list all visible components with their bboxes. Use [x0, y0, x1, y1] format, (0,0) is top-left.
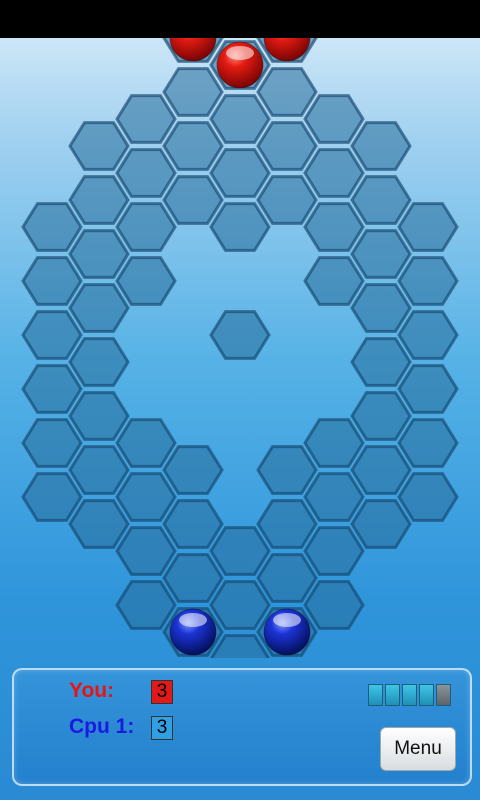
board-cell[interactable]	[115, 256, 177, 306]
cpu-label: Cpu 1:	[69, 715, 135, 738]
board-cell[interactable]	[350, 445, 412, 495]
board-cell[interactable]	[162, 67, 224, 117]
board-cell[interactable]	[115, 148, 177, 198]
board-cell[interactable]	[68, 499, 130, 549]
board-cell[interactable]	[303, 94, 365, 144]
board-cell[interactable]	[115, 472, 177, 522]
board-cell[interactable]	[21, 418, 83, 468]
board-cell[interactable]	[115, 526, 177, 576]
board-cell[interactable]	[21, 364, 83, 414]
progress-segment	[385, 684, 400, 706]
game-board[interactable]	[0, 38, 480, 658]
menu-button[interactable]: Menu	[380, 727, 456, 771]
board-cell[interactable]	[303, 472, 365, 522]
board-cell[interactable]	[256, 499, 318, 549]
board-cell[interactable]	[397, 418, 459, 468]
board-cell[interactable]	[115, 580, 177, 630]
blue-piece[interactable]	[169, 608, 217, 656]
board-cell[interactable]	[162, 121, 224, 171]
board-cell[interactable]	[397, 364, 459, 414]
board-cell[interactable]	[397, 256, 459, 306]
board-cell[interactable]	[115, 418, 177, 468]
board-cell[interactable]	[209, 202, 271, 252]
board-cell[interactable]	[303, 256, 365, 306]
board-cell[interactable]	[256, 121, 318, 171]
you-label: You:	[69, 679, 115, 702]
board-cell[interactable]	[256, 553, 318, 603]
you-score: 3	[151, 680, 173, 704]
board-cell[interactable]	[162, 499, 224, 549]
board-cell[interactable]	[256, 445, 318, 495]
board-cell[interactable]	[303, 526, 365, 576]
board-cell[interactable]	[350, 283, 412, 333]
board-cell[interactable]	[115, 202, 177, 252]
board-cell[interactable]	[209, 526, 271, 576]
board-cell[interactable]	[68, 445, 130, 495]
board-cell[interactable]	[303, 202, 365, 252]
board-cell[interactable]	[256, 175, 318, 225]
board-cell[interactable]	[350, 337, 412, 387]
board-cell[interactable]	[397, 310, 459, 360]
board-cell[interactable]	[162, 175, 224, 225]
status-bar	[0, 0, 480, 38]
board-cell[interactable]	[303, 148, 365, 198]
board-cell[interactable]	[21, 202, 83, 252]
board-cell[interactable]	[350, 121, 412, 171]
board-cell[interactable]	[256, 67, 318, 117]
turn-progress-indicator	[368, 684, 451, 706]
board-cell[interactable]	[303, 418, 365, 468]
board-cell[interactable]	[209, 148, 271, 198]
board-cell[interactable]	[68, 121, 130, 171]
board-cell[interactable]	[397, 472, 459, 522]
board-cell[interactable]	[350, 391, 412, 441]
blue-piece[interactable]	[263, 608, 311, 656]
board-cell[interactable]	[209, 310, 271, 360]
board-cell[interactable]	[397, 202, 459, 252]
board-cell[interactable]	[162, 445, 224, 495]
board-cell[interactable]	[68, 283, 130, 333]
progress-segment	[436, 684, 451, 706]
score-panel: You: 3 Cpu 1: 3 Menu	[12, 668, 472, 786]
board-cell[interactable]	[21, 256, 83, 306]
board-cell[interactable]	[68, 337, 130, 387]
board-cell[interactable]	[68, 229, 130, 279]
board-cell[interactable]	[21, 472, 83, 522]
board-cell[interactable]	[209, 94, 271, 144]
progress-segment	[368, 684, 383, 706]
board-cell[interactable]	[350, 499, 412, 549]
board-cell[interactable]	[303, 580, 365, 630]
board-cell[interactable]	[350, 175, 412, 225]
board-cell[interactable]	[350, 229, 412, 279]
hex-cells	[21, 38, 459, 658]
board-cell[interactable]	[68, 175, 130, 225]
cpu-score: 3	[151, 716, 173, 740]
board-cell[interactable]	[21, 310, 83, 360]
board-cell[interactable]	[209, 634, 271, 658]
red-piece[interactable]	[216, 41, 264, 89]
board-cell[interactable]	[115, 94, 177, 144]
board-cell[interactable]	[209, 580, 271, 630]
progress-segment	[402, 684, 417, 706]
board-cell[interactable]	[68, 391, 130, 441]
board-cell[interactable]	[162, 553, 224, 603]
progress-segment	[419, 684, 434, 706]
